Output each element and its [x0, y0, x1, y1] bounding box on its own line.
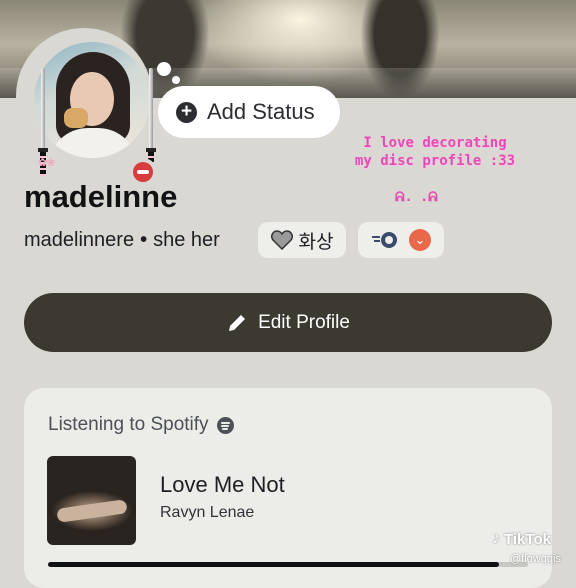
server-tag-badge[interactable]: 화상: [258, 222, 346, 258]
display-name: madelinne: [24, 179, 178, 214]
add-status-button[interactable]: + Add Status: [158, 86, 340, 138]
thought-dot: [157, 62, 171, 76]
decoration-face: ᕱ. .ᕱ: [395, 190, 438, 205]
spotify-icon: [216, 416, 234, 434]
profile-badges[interactable]: ⌄: [358, 222, 444, 258]
avatar[interactable]: [34, 42, 150, 158]
activity-heading-text: Listening to Spotify: [48, 414, 209, 435]
track-progress-fill: [48, 562, 500, 567]
decoration-text: I love decorating my disc profile :33: [330, 134, 540, 170]
username: madelinnere: [24, 229, 135, 251]
tiktok-handle: @flowqqis: [510, 553, 561, 565]
sparkle-icon: ✿❀: [38, 157, 55, 169]
track-progress-bar: [48, 562, 528, 567]
edit-profile-button[interactable]: Edit Profile: [24, 293, 552, 352]
chevron-down-icon: ⌄: [409, 229, 431, 251]
tiktok-watermark: ♪ TikTok: [492, 530, 551, 548]
avatar-decoration[interactable]: ✿❀: [16, 28, 157, 186]
server-tag-text: 화상: [298, 231, 334, 253]
tiktok-brand: TikTok: [504, 530, 551, 548]
edit-profile-label: Edit Profile: [258, 311, 350, 333]
separator: •: [140, 229, 148, 251]
track-artist[interactable]: Ravyn Lenae: [160, 504, 254, 522]
album-art[interactable]: [47, 456, 136, 545]
decoration-line-2: my disc profile :33: [354, 153, 516, 169]
username-line: madelinnere • she her: [24, 229, 220, 252]
plus-circle-icon: +: [176, 101, 197, 123]
pencil-icon: [226, 312, 248, 334]
decoration-line-1: I love decorating: [363, 135, 507, 151]
spotify-activity-card[interactable]: Listening to Spotify Love Me Not Ravyn L…: [24, 388, 552, 588]
heart-icon: [270, 230, 293, 250]
pronouns: she her: [153, 229, 220, 251]
tiktok-logo-icon: ♪: [492, 530, 500, 547]
add-status-label: Add Status: [207, 99, 315, 124]
speed-badge-icon: [371, 230, 399, 250]
activity-heading: Listening to Spotify: [48, 414, 234, 436]
thought-dot-small: [172, 76, 180, 84]
avatar-food: [64, 108, 88, 128]
track-title[interactable]: Love Me Not: [160, 472, 285, 498]
